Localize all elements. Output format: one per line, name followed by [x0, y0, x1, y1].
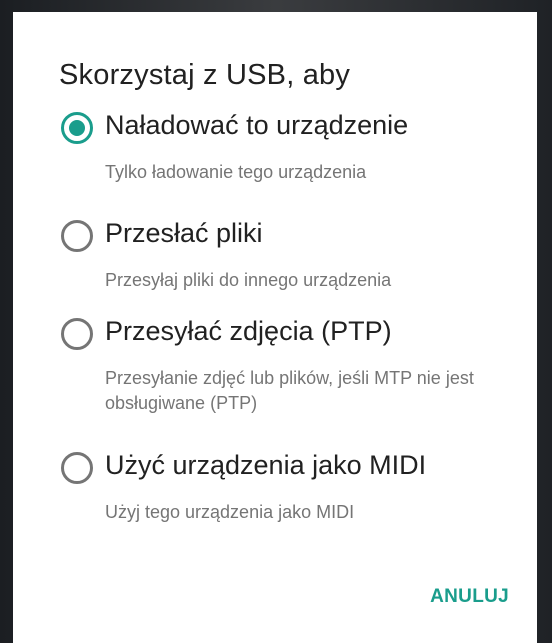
- option-label: Użyć urządzenia jako MIDI: [105, 450, 427, 480]
- option-description: Użyj tego urządzenia jako MIDI: [105, 502, 355, 522]
- usb-mode-dialog: Skorzystaj z USB, aby Naładować to urząd…: [13, 12, 537, 643]
- option-midi[interactable]: Użyć urządzenia jako MIDI Użyj tego urzą…: [55, 450, 525, 525]
- radio-unchecked-icon[interactable]: [61, 318, 93, 350]
- radio-dot: [69, 120, 85, 136]
- option-description: Przesyłanie zdjęć lub plików, jeśli MTP …: [105, 368, 474, 413]
- option-ptp[interactable]: Przesyłać zdjęcia (PTP) Przesyłanie zdję…: [55, 316, 525, 416]
- option-description: Przesyłaj pliki do innego urządzenia: [105, 270, 392, 290]
- radio-unchecked-icon[interactable]: [61, 220, 93, 252]
- option-row: Przesłać pliki: [55, 218, 525, 258]
- option-file-transfer[interactable]: Przesłać pliki Przesyłaj pliki do innego…: [55, 218, 525, 293]
- option-row: Przesyłać zdjęcia (PTP): [55, 316, 525, 356]
- option-label: Przesłać pliki: [105, 218, 263, 248]
- radio-unchecked-icon[interactable]: [61, 452, 93, 484]
- dialog-title: Skorzystaj z USB, aby: [59, 59, 351, 91]
- option-row: Naładować to urządzenie: [55, 110, 525, 150]
- cancel-button[interactable]: ANULUJ: [430, 586, 509, 608]
- option-description: Tylko ładowanie tego urządzenia: [105, 162, 367, 182]
- option-label: Naładować to urządzenie: [105, 110, 409, 140]
- option-charge[interactable]: Naładować to urządzenie Tylko ładowanie …: [55, 110, 525, 185]
- option-label: Przesyłać zdjęcia (PTP): [105, 316, 392, 346]
- radio-checked-icon[interactable]: [61, 112, 93, 144]
- option-row: Użyć urządzenia jako MIDI: [55, 450, 525, 490]
